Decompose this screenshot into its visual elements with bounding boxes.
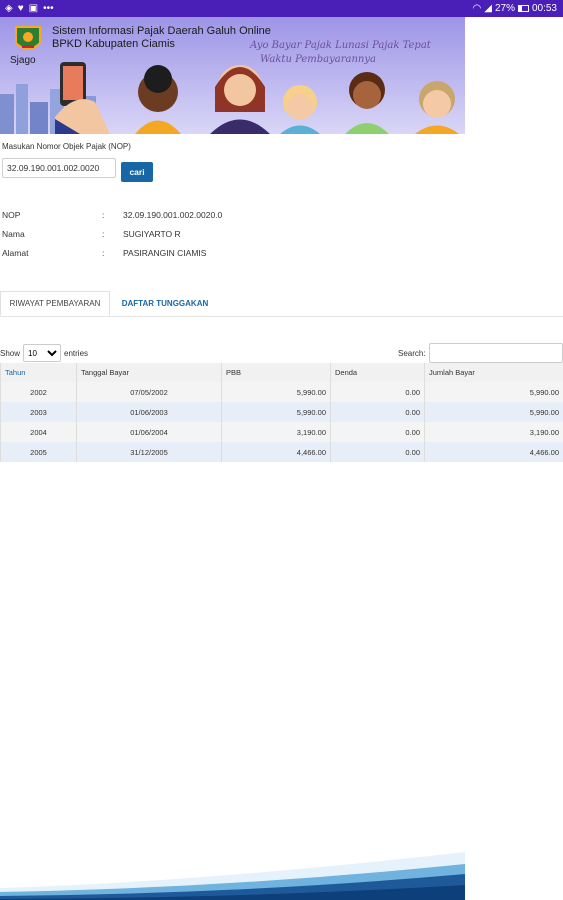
info-separator: : <box>102 228 105 239</box>
entries-select[interactable]: 10 <box>23 344 62 362</box>
battery-percent: 27% <box>494 3 515 14</box>
cell-denda: 0.00 <box>330 422 425 442</box>
banner-title-line2: BPKD Kabupaten Ciamis <box>52 38 175 50</box>
info-row-nama: Nama : SUGIYARTO R <box>2 224 222 243</box>
show-label: Show <box>0 348 21 358</box>
signal-icon: ◢ <box>484 2 492 14</box>
cell-tahun: 2003 <box>0 402 77 422</box>
cell-jumlah-bayar: 5,990.00 <box>424 382 563 402</box>
info-value: SUGIYARTO R <box>123 228 181 239</box>
taxpayer-info: NOP : 32.09.190.001.002.0020.0 Nama : SU… <box>2 205 222 262</box>
table-search-input[interactable] <box>428 343 563 363</box>
search-label: Search: <box>398 348 426 358</box>
column-header-jumlah-bayar[interactable]: Jumlah Bayar <box>424 363 563 382</box>
nop-input-label: Masukan Nomor Objek Pajak (NOP) <box>2 142 131 151</box>
tab-riwayat-pembayaran[interactable]: RIWAYAT PEMBAYARAN <box>0 291 110 316</box>
column-header-tahun[interactable]: Tahun <box>0 363 77 382</box>
cell-jumlah-bayar: 3,190.00 <box>424 422 563 442</box>
cell-denda: 0.00 <box>330 402 425 422</box>
tab-bar: RIWAYAT PEMBAYARAN DAFTAR TUNGGAKAN <box>0 291 563 317</box>
info-separator: : <box>102 247 105 258</box>
table-row: 2002 07/05/2002 5,990.00 0.00 5,990.00 <box>0 382 563 402</box>
header-banner: Sistem Informasi Pajak Daerah Galuh Onli… <box>0 17 465 134</box>
app-name: Sjago <box>10 55 36 66</box>
cell-tahun: 2002 <box>0 382 77 402</box>
heart-notification-icon: ♥ <box>17 2 24 14</box>
cell-jumlah-bayar: 4,466.00 <box>424 442 563 462</box>
ciamis-emblem-logo <box>15 26 41 50</box>
info-value: PASIRANGIN CIAMIS <box>123 247 207 258</box>
info-value: 32.09.190.001.002.0020.0 <box>123 209 223 220</box>
banner-title-line1: Sistem Informasi Pajak Daerah Galuh Onli… <box>52 25 271 37</box>
cell-pbb: 5,990.00 <box>221 382 331 402</box>
table-row: 2004 01/06/2004 3,190.00 0.00 3,190.00 <box>0 422 563 442</box>
tab-daftar-tunggakan[interactable]: DAFTAR TUNGGAKAN <box>110 291 220 316</box>
info-key: Nama <box>2 228 25 239</box>
status-bar: ◈ ♥ ▣ ••• ◠ ◢ 27% 00:53 <box>0 0 563 17</box>
info-row-nop: NOP : 32.09.190.001.002.0020.0 <box>2 205 222 224</box>
cell-jumlah-bayar: 5,990.00 <box>424 402 563 422</box>
cell-pbb: 4,466.00 <box>221 442 331 462</box>
nop-input[interactable] <box>2 158 116 178</box>
app-notification-icon: ◈ <box>5 2 13 14</box>
cell-tahun: 2005 <box>0 442 77 462</box>
table-search: Search: <box>398 343 563 363</box>
info-separator: : <box>102 209 105 220</box>
table-header-row: Tahun Tanggal Bayar PBB Denda Jumlah Bay… <box>0 363 563 382</box>
cell-pbb: 5,990.00 <box>221 402 331 422</box>
cell-pbb: 3,190.00 <box>221 422 331 442</box>
people-illustration <box>55 62 459 134</box>
more-notifications-icon: ••• <box>43 2 54 14</box>
payment-history-table: Tahun Tanggal Bayar PBB Denda Jumlah Bay… <box>0 363 563 462</box>
cell-tanggal-bayar: 01/06/2003 <box>76 402 222 422</box>
table-row: 2005 31/12/2005 4,466.00 0.00 4,466.00 <box>0 442 563 462</box>
cell-tanggal-bayar: 01/06/2004 <box>76 422 222 442</box>
tagline-line1: Ayo Bayar Pajak Lunasi Pajak Tepat <box>250 40 431 51</box>
entries-label: entries <box>64 348 89 358</box>
info-key: Alamat <box>2 247 29 258</box>
cell-tanggal-bayar: 07/05/2002 <box>76 382 222 402</box>
app-logo-notification-icon: ▣ <box>28 2 39 14</box>
battery-icon <box>517 5 529 12</box>
column-header-pbb[interactable]: PBB <box>221 363 331 382</box>
clock-time: 00:53 <box>531 3 557 14</box>
entries-length-control: Show 10 entries <box>0 344 88 362</box>
column-header-denda[interactable]: Denda <box>330 363 425 382</box>
wifi-icon: ◠ <box>472 2 482 14</box>
cell-denda: 0.00 <box>330 382 425 402</box>
column-header-tanggal-bayar[interactable]: Tanggal Bayar <box>76 363 222 382</box>
cell-tanggal-bayar: 31/12/2005 <box>76 442 222 462</box>
cell-tahun: 2004 <box>0 422 77 442</box>
info-row-alamat: Alamat : PASIRANGIN CIAMIS <box>2 243 222 262</box>
footer-wave-decoration <box>0 852 465 900</box>
info-key: NOP <box>2 209 21 220</box>
banner-title: Sistem Informasi Pajak Daerah Galuh Onli… <box>52 25 271 51</box>
table-row: 2003 01/06/2003 5,990.00 0.00 5,990.00 <box>0 402 563 422</box>
cell-denda: 0.00 <box>330 442 425 462</box>
search-button[interactable]: cari <box>121 162 153 182</box>
